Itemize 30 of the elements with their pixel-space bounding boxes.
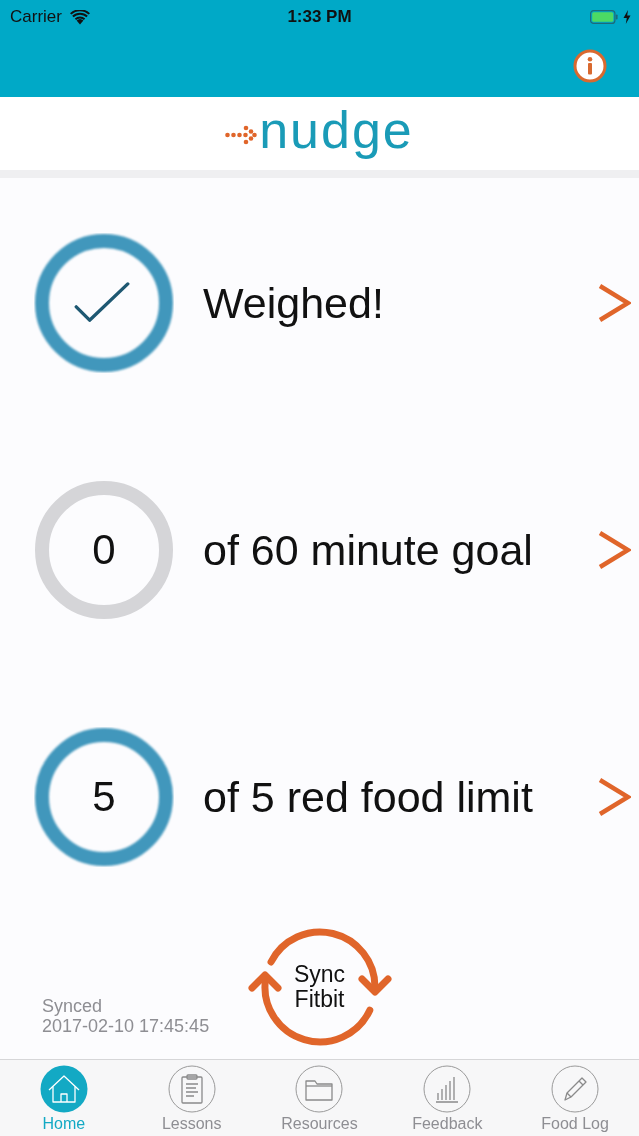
chevron-right-icon[interactable] xyxy=(597,283,631,323)
sync-button[interactable]: Sync Fitbit xyxy=(244,928,395,1048)
folder-icon xyxy=(295,1065,344,1113)
goal-label: of 60 minute goal xyxy=(203,525,533,575)
tab-item[interactable]: Feedback xyxy=(383,1060,512,1136)
tab-item[interactable]: Food Log xyxy=(511,1060,639,1136)
sync-timestamp: 2017-02-10 17:45:45 xyxy=(42,1016,211,1036)
chevron-right-icon[interactable] xyxy=(597,530,631,570)
home-icon xyxy=(39,1065,88,1113)
tab-item[interactable]: Resources xyxy=(255,1060,384,1136)
info-icon[interactable] xyxy=(573,48,607,83)
dotted-arrow-icon xyxy=(225,124,258,145)
wifi-icon xyxy=(69,9,90,25)
goal-label: of 5 red food limit xyxy=(203,772,533,822)
carrier-name: Carrier xyxy=(10,7,62,27)
battery-icon xyxy=(590,10,618,24)
tab-item[interactable]: Home xyxy=(0,1060,128,1136)
goal-count: 5 xyxy=(92,773,116,821)
status-time: 1:33 PM xyxy=(287,7,352,27)
goal-count: 0 xyxy=(92,526,116,574)
clipboard-icon xyxy=(167,1065,216,1113)
app-logo: nudge xyxy=(258,103,414,161)
sync-status: Synced xyxy=(42,996,104,1016)
bar-chart-icon xyxy=(423,1065,472,1113)
pencil-icon xyxy=(551,1065,600,1113)
tab-item[interactable]: Lessons xyxy=(127,1060,256,1136)
checkmark-icon xyxy=(74,282,130,324)
charging-bolt-icon xyxy=(623,10,631,24)
chevron-right-icon[interactable] xyxy=(597,777,631,817)
goal-label: Weighed! xyxy=(203,278,384,328)
